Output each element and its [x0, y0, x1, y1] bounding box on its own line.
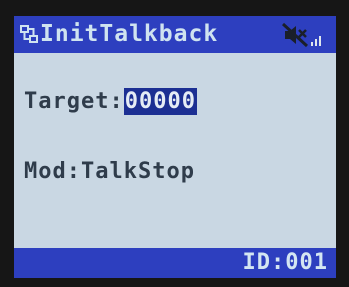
status-icons — [282, 22, 328, 48]
device-bezel: InitTalkback Target:00000 Mod:TalkStop I… — [0, 0, 349, 287]
lcd-screen: InitTalkback Target:00000 Mod:TalkStop I… — [14, 16, 336, 278]
device-id: ID:001 — [242, 250, 328, 275]
target-row: Target:00000 — [24, 88, 197, 116]
mode-text: Mod:TalkStop — [24, 159, 195, 184]
target-label: Target: — [24, 89, 124, 114]
title-bar: InitTalkback — [14, 16, 336, 53]
page-title: InitTalkback — [40, 21, 219, 47]
mode-row: Mod:TalkStop — [24, 158, 195, 186]
signal-icon — [311, 36, 321, 46]
bottom-bar: ID:001 — [14, 248, 336, 278]
target-value-field[interactable]: 00000 — [123, 88, 197, 115]
mute-icon — [282, 22, 308, 48]
network-icon — [20, 25, 38, 43]
